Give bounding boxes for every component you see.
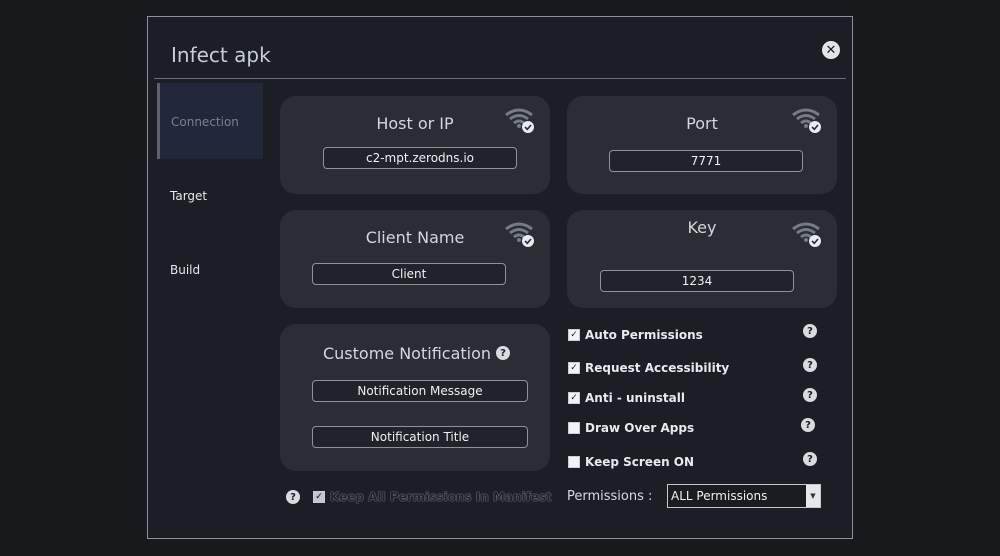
checkbox[interactable] bbox=[568, 456, 580, 468]
nav-item-build[interactable]: Build bbox=[157, 231, 263, 307]
close-icon[interactable]: ✕ bbox=[822, 41, 840, 59]
key-card: Key 1234 bbox=[567, 210, 837, 308]
port-input[interactable]: 7771 bbox=[609, 150, 803, 172]
permissions-value: ALL Permissions bbox=[671, 489, 768, 503]
help-icon[interactable]: ? bbox=[803, 358, 817, 372]
dialog-title: Infect apk bbox=[171, 43, 271, 67]
help-icon[interactable]: ? bbox=[801, 418, 815, 432]
wifi-check-icon bbox=[505, 108, 534, 133]
checkbox[interactable] bbox=[568, 422, 580, 434]
option-draw-over-apps[interactable]: Draw Over Apps bbox=[568, 420, 694, 436]
infect-apk-dialog: Infect apk ✕ Connection Target Build Hos… bbox=[147, 16, 853, 539]
option-label: Request Accessibility bbox=[585, 361, 730, 375]
help-icon[interactable]: ? bbox=[803, 324, 817, 338]
permissions-label: Permissions : bbox=[567, 489, 653, 504]
nav-item-label: Connection bbox=[171, 115, 239, 129]
nav-item-target[interactable]: Target bbox=[157, 157, 263, 233]
client-name-input[interactable]: Client bbox=[312, 263, 506, 285]
nav-item-connection[interactable]: Connection bbox=[157, 83, 263, 159]
option-label: Auto Permissions bbox=[585, 328, 703, 342]
wifi-check-icon bbox=[792, 108, 821, 133]
option-label: Keep Screen ON bbox=[585, 455, 695, 469]
checkbox[interactable]: ✓ bbox=[568, 392, 580, 404]
option-anti-uninstall[interactable]: ✓ Anti - uninstall bbox=[568, 390, 685, 406]
keep-permissions-label: Keep All Permissions In Manifest bbox=[330, 490, 552, 504]
help-icon[interactable]: ? bbox=[286, 490, 300, 504]
title-divider bbox=[154, 78, 846, 79]
permissions-select[interactable]: ALL Permissions ▼ bbox=[667, 484, 821, 508]
host-input[interactable]: c2-mpt.zerodns.io bbox=[323, 147, 517, 169]
keep-permissions-option[interactable]: ✓ Keep All Permissions In Manifest bbox=[313, 489, 552, 505]
host-card: Host or IP c2-mpt.zerodns.io bbox=[280, 96, 550, 194]
notification-message-input[interactable]: Notification Message bbox=[312, 380, 528, 402]
checkbox[interactable]: ✓ bbox=[313, 491, 325, 503]
port-card: Port 7771 bbox=[567, 96, 837, 194]
option-request-accessibility[interactable]: ✓ Request Accessibility bbox=[568, 360, 729, 376]
chevron-down-icon[interactable]: ▼ bbox=[806, 485, 820, 507]
checkbox[interactable]: ✓ bbox=[568, 329, 580, 341]
notification-title-input[interactable]: Notification Title bbox=[312, 426, 528, 448]
option-keep-screen-on[interactable]: Keep Screen ON bbox=[568, 454, 694, 470]
help-icon[interactable]: ? bbox=[803, 452, 817, 466]
nav-item-label: Target bbox=[170, 189, 208, 203]
notification-card: Custome Notification ? Notification Mess… bbox=[280, 324, 550, 471]
wifi-check-icon bbox=[792, 222, 821, 247]
help-icon[interactable]: ? bbox=[496, 346, 510, 360]
wifi-check-icon bbox=[505, 222, 534, 247]
checkbox[interactable]: ✓ bbox=[568, 362, 580, 374]
option-auto-permissions[interactable]: ✓ Auto Permissions bbox=[568, 327, 703, 343]
key-input[interactable]: 1234 bbox=[600, 270, 794, 292]
help-icon[interactable]: ? bbox=[803, 388, 817, 402]
client-name-card: Client Name Client bbox=[280, 210, 550, 308]
option-label: Draw Over Apps bbox=[585, 421, 695, 435]
option-label: Anti - uninstall bbox=[585, 391, 685, 405]
nav-item-label: Build bbox=[170, 263, 201, 277]
